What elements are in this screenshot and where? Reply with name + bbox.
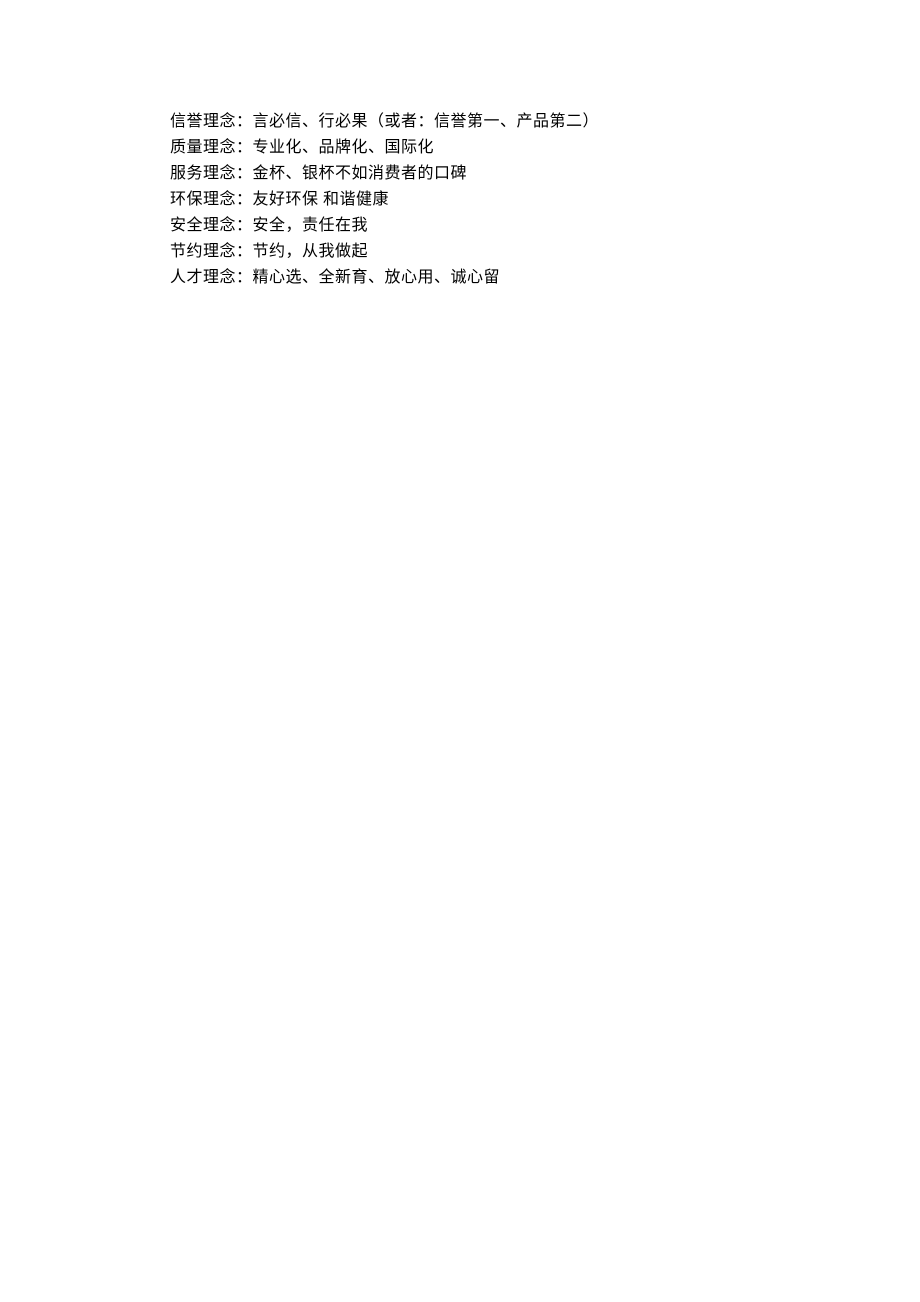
concept-line: 安全理念：安全，责任在我 — [170, 214, 790, 238]
concept-label: 质量理念： — [170, 139, 253, 156]
concept-label: 节约理念： — [170, 243, 253, 260]
concept-label: 服务理念： — [170, 165, 253, 182]
concept-text: 友好环保 和谐健康 — [253, 191, 390, 208]
concept-label: 人才理念： — [170, 269, 253, 286]
concept-text: 精心选、全新育、放心用、诚心留 — [253, 269, 501, 286]
concept-line: 质量理念：专业化、品牌化、国际化 — [170, 136, 790, 160]
concept-label: 安全理念： — [170, 217, 253, 234]
concept-line: 环保理念：友好环保 和谐健康 — [170, 188, 790, 212]
concept-label: 信誉理念： — [170, 113, 253, 130]
concept-line: 服务理念：金杯、银杯不如消费者的口碑 — [170, 162, 790, 186]
document-body: 信誉理念：言必信、行必果（或者：信誉第一、产品第二） 质量理念：专业化、品牌化、… — [0, 0, 920, 290]
concept-line: 节约理念：节约，从我做起 — [170, 240, 790, 264]
concept-label: 环保理念： — [170, 191, 253, 208]
concept-text: 节约，从我做起 — [253, 243, 369, 260]
concept-line: 信誉理念：言必信、行必果（或者：信誉第一、产品第二） — [170, 110, 790, 134]
concept-text: 安全，责任在我 — [253, 217, 369, 234]
concept-text: 专业化、品牌化、国际化 — [253, 139, 435, 156]
concept-line: 人才理念：精心选、全新育、放心用、诚心留 — [170, 266, 790, 290]
concept-text: 言必信、行必果（或者：信誉第一、产品第二） — [253, 113, 600, 130]
concept-text: 金杯、银杯不如消费者的口碑 — [253, 165, 468, 182]
